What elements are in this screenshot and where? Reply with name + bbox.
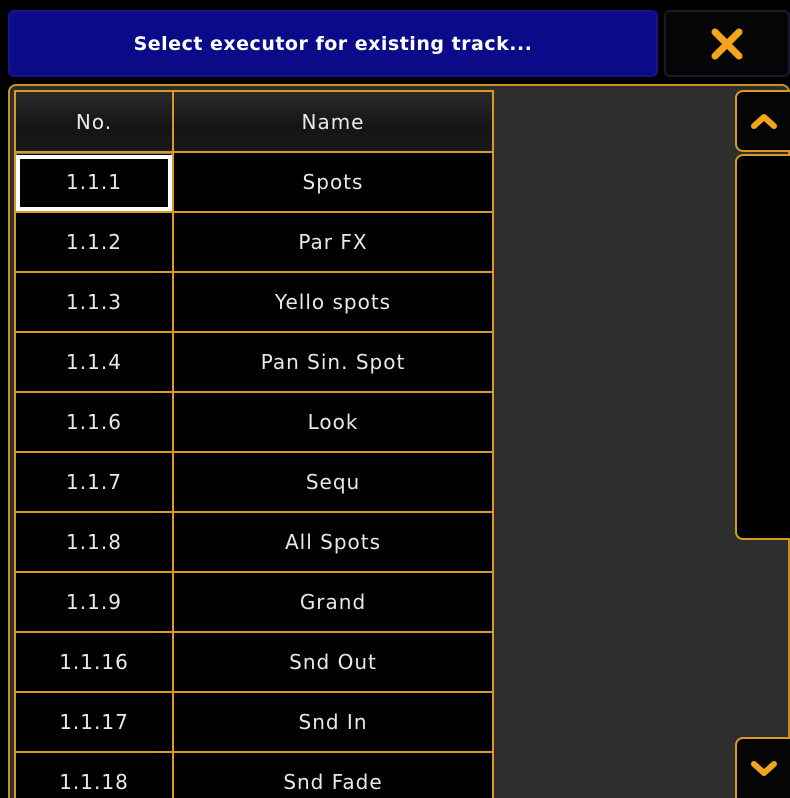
table-row[interactable]: 1.1.17 Snd In — [14, 693, 494, 753]
scroll-up-button[interactable] — [735, 90, 790, 152]
column-header-name[interactable]: Name — [174, 90, 494, 153]
dialog-title: Select executor for existing track... — [133, 32, 533, 55]
close-button[interactable] — [664, 10, 790, 77]
table-row[interactable]: 1.1.3 Yello spots — [14, 273, 494, 333]
table-row[interactable]: 1.1.7 Sequ — [14, 453, 494, 513]
cell-name[interactable]: Grand — [174, 573, 494, 633]
cell-name[interactable]: All Spots — [174, 513, 494, 573]
dialog-title-bar: Select executor for existing track... — [8, 10, 658, 77]
chevron-up-icon — [750, 114, 777, 129]
cell-name[interactable]: Look — [174, 393, 494, 453]
cell-no[interactable]: 1.1.17 — [14, 693, 174, 753]
table-row[interactable]: 1.1.6 Look — [14, 393, 494, 453]
close-icon — [711, 28, 743, 59]
cell-name[interactable]: Yello spots — [174, 273, 494, 333]
cell-name[interactable]: Snd Out — [174, 633, 494, 693]
scroll-down-button[interactable] — [735, 737, 790, 798]
cell-no[interactable]: 1.1.6 — [14, 393, 174, 453]
cell-no[interactable]: 1.1.1 — [14, 153, 174, 213]
cell-no[interactable]: 1.1.7 — [14, 453, 174, 513]
cell-no[interactable]: 1.1.4 — [14, 333, 174, 393]
cell-name[interactable]: Pan Sin. Spot — [174, 333, 494, 393]
table-row[interactable]: 1.1.9 Grand — [14, 573, 494, 633]
cell-name[interactable]: Snd In — [174, 693, 494, 753]
cell-name[interactable]: Par FX — [174, 213, 494, 273]
table-row[interactable]: 1.1.4 Pan Sin. Spot — [14, 333, 494, 393]
cell-no[interactable]: 1.1.18 — [14, 753, 174, 798]
table-row[interactable]: 1.1.18 Snd Fade — [14, 753, 494, 798]
table-row[interactable]: 1.1.2 Par FX — [14, 213, 494, 273]
cell-no[interactable]: 1.1.3 — [14, 273, 174, 333]
executor-table: No. Name 1.1.1 Spots 1.1.2 Par FX 1.1.3 … — [14, 90, 494, 798]
table-row[interactable]: 1.1.16 Snd Out — [14, 633, 494, 693]
cell-no[interactable]: 1.1.9 — [14, 573, 174, 633]
cell-name[interactable]: Spots — [174, 153, 494, 213]
cell-no[interactable]: 1.1.16 — [14, 633, 174, 693]
cell-no[interactable]: 1.1.2 — [14, 213, 174, 273]
scrollbar-thumb[interactable] — [735, 154, 790, 540]
cell-name[interactable]: Sequ — [174, 453, 494, 513]
table-header: No. Name — [14, 90, 494, 153]
cell-no[interactable]: 1.1.8 — [14, 513, 174, 573]
column-header-no[interactable]: No. — [14, 90, 174, 153]
table-row[interactable]: 1.1.8 All Spots — [14, 513, 494, 573]
table-row[interactable]: 1.1.1 Spots — [14, 153, 494, 213]
chevron-down-icon — [750, 760, 777, 776]
dialog-frame: Select executor for existing track... No… — [0, 0, 790, 798]
cell-name[interactable]: Snd Fade — [174, 753, 494, 798]
